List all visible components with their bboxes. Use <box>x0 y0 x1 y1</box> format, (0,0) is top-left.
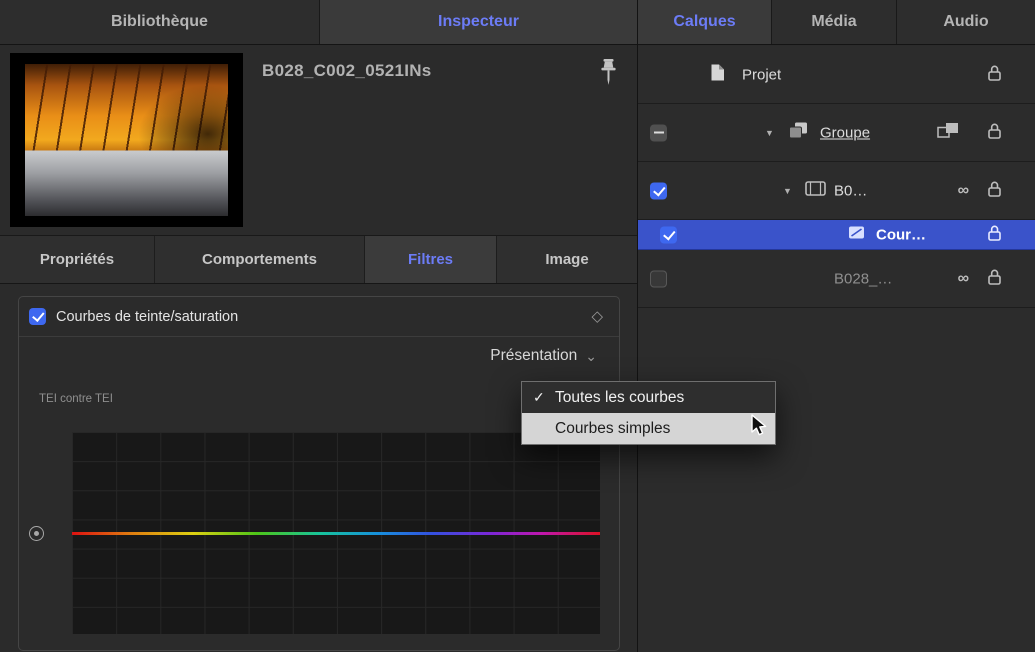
layer-checkbox[interactable] <box>650 124 667 141</box>
chevron-down-icon: ⌄ <box>585 350 597 362</box>
presentation-label: Présentation <box>490 347 577 365</box>
mouse-cursor <box>748 413 770 442</box>
tab-comportements[interactable]: Comportements <box>155 236 365 283</box>
tab-calques-label: Calques <box>673 13 735 31</box>
filter-section: Courbes de teinte/saturation ◇ Présentat… <box>18 296 620 651</box>
menu-item-toutes-les-courbes[interactable]: ✓ Toutes les courbes <box>522 382 775 413</box>
frames-icon <box>937 122 959 144</box>
layer-name: B028_… <box>834 270 892 287</box>
inspector-header: B028_C002_0521INs <box>0 46 637 235</box>
lock-icon[interactable] <box>987 64 1002 86</box>
tab-image[interactable]: Image <box>497 236 637 283</box>
film-clip-icon <box>805 181 826 201</box>
filter-name: Courbes de teinte/saturation <box>56 309 238 325</box>
layer-name: Projet <box>742 66 781 83</box>
menu-checkmark-icon: ✓ <box>533 389 545 406</box>
tab-media[interactable]: Média <box>772 0 897 44</box>
tab-bibliotheque-label: Bibliothèque <box>111 13 208 31</box>
layer-row-b0[interactable]: ▼ B0… ∞ <box>638 162 1035 220</box>
clip-title: B028_C002_0521INs <box>262 61 432 81</box>
clip-preview <box>10 53 243 227</box>
layer-name: Groupe <box>820 124 870 141</box>
link-icon[interactable]: ∞ <box>958 270 969 288</box>
tab-inspecteur[interactable]: Inspecteur <box>320 0 637 44</box>
filter-header-row: Courbes de teinte/saturation ◇ <box>19 297 619 337</box>
tab-proprietes-label: Propriétés <box>40 251 114 268</box>
lock-icon[interactable] <box>987 268 1002 290</box>
menu-item-courbes-simples[interactable]: Courbes simples <box>522 413 775 444</box>
pin-icon[interactable] <box>599 58 618 93</box>
tab-audio[interactable]: Audio <box>897 0 1035 44</box>
tab-media-label: Média <box>811 13 856 31</box>
tab-filtres[interactable]: Filtres <box>365 236 497 283</box>
layers-panel: Projet ▼ Groupe <box>638 46 1035 652</box>
tab-calques[interactable]: Calques <box>638 0 772 44</box>
disclosure-triangle-icon[interactable]: ▼ <box>783 186 792 196</box>
layer-checkbox[interactable] <box>660 226 677 243</box>
filter-icon <box>848 225 865 244</box>
layer-row-projet[interactable]: Projet <box>638 46 1035 104</box>
lock-icon[interactable] <box>987 122 1002 144</box>
layer-row-groupe[interactable]: ▼ Groupe <box>638 104 1035 162</box>
tab-filtres-label: Filtres <box>408 251 453 268</box>
graph-axis-label: TEI contre TEI <box>39 393 113 405</box>
clip-preview-image <box>25 64 228 216</box>
disclosure-triangle-icon[interactable]: ▼ <box>765 128 774 138</box>
lock-icon[interactable] <box>987 180 1002 202</box>
layer-checkbox[interactable] <box>650 182 667 199</box>
inspector-library-tabbar: Bibliothèque Inspecteur <box>0 0 637 45</box>
project-document-icon <box>710 63 725 86</box>
menu-item-label: Toutes les courbes <box>555 389 684 407</box>
tab-inspecteur-label: Inspecteur <box>438 13 519 31</box>
tab-bibliotheque[interactable]: Bibliothèque <box>0 0 320 44</box>
layer-name: Cour… <box>876 226 926 243</box>
layer-row-b028[interactable]: B028_… ∞ <box>638 250 1035 308</box>
layer-row-courbes[interactable]: Cour… <box>638 220 1035 250</box>
hue-curve-line[interactable] <box>72 532 600 535</box>
presentation-menu: ✓ Toutes les courbes Courbes simples <box>521 381 776 445</box>
group-icon <box>788 121 809 145</box>
curve-graph[interactable] <box>71 431 601 635</box>
tab-proprietes[interactable]: Propriétés <box>0 236 155 283</box>
filter-enabled-checkbox[interactable] <box>29 308 46 325</box>
tab-audio-label: Audio <box>943 13 988 31</box>
menu-item-label: Courbes simples <box>555 420 670 438</box>
keyframe-diamond-icon[interactable]: ◇ <box>591 307 603 325</box>
curve-solo-radio[interactable] <box>29 526 44 541</box>
layer-name: B0… <box>834 182 867 199</box>
inspector-tabbar: Propriétés Comportements Filtres Image <box>0 235 637 284</box>
layer-checkbox[interactable] <box>650 270 667 287</box>
panels-tabbar: Calques Média Audio <box>638 0 1035 45</box>
presentation-dropdown[interactable]: Présentation ⌄ <box>490 347 597 365</box>
tab-image-label: Image <box>545 251 588 268</box>
lock-icon[interactable] <box>987 224 1002 246</box>
link-icon[interactable]: ∞ <box>958 182 969 200</box>
motion-window: Bibliothèque Inspecteur Calques Média Au… <box>0 0 1035 652</box>
tab-comportements-label: Comportements <box>202 251 317 268</box>
